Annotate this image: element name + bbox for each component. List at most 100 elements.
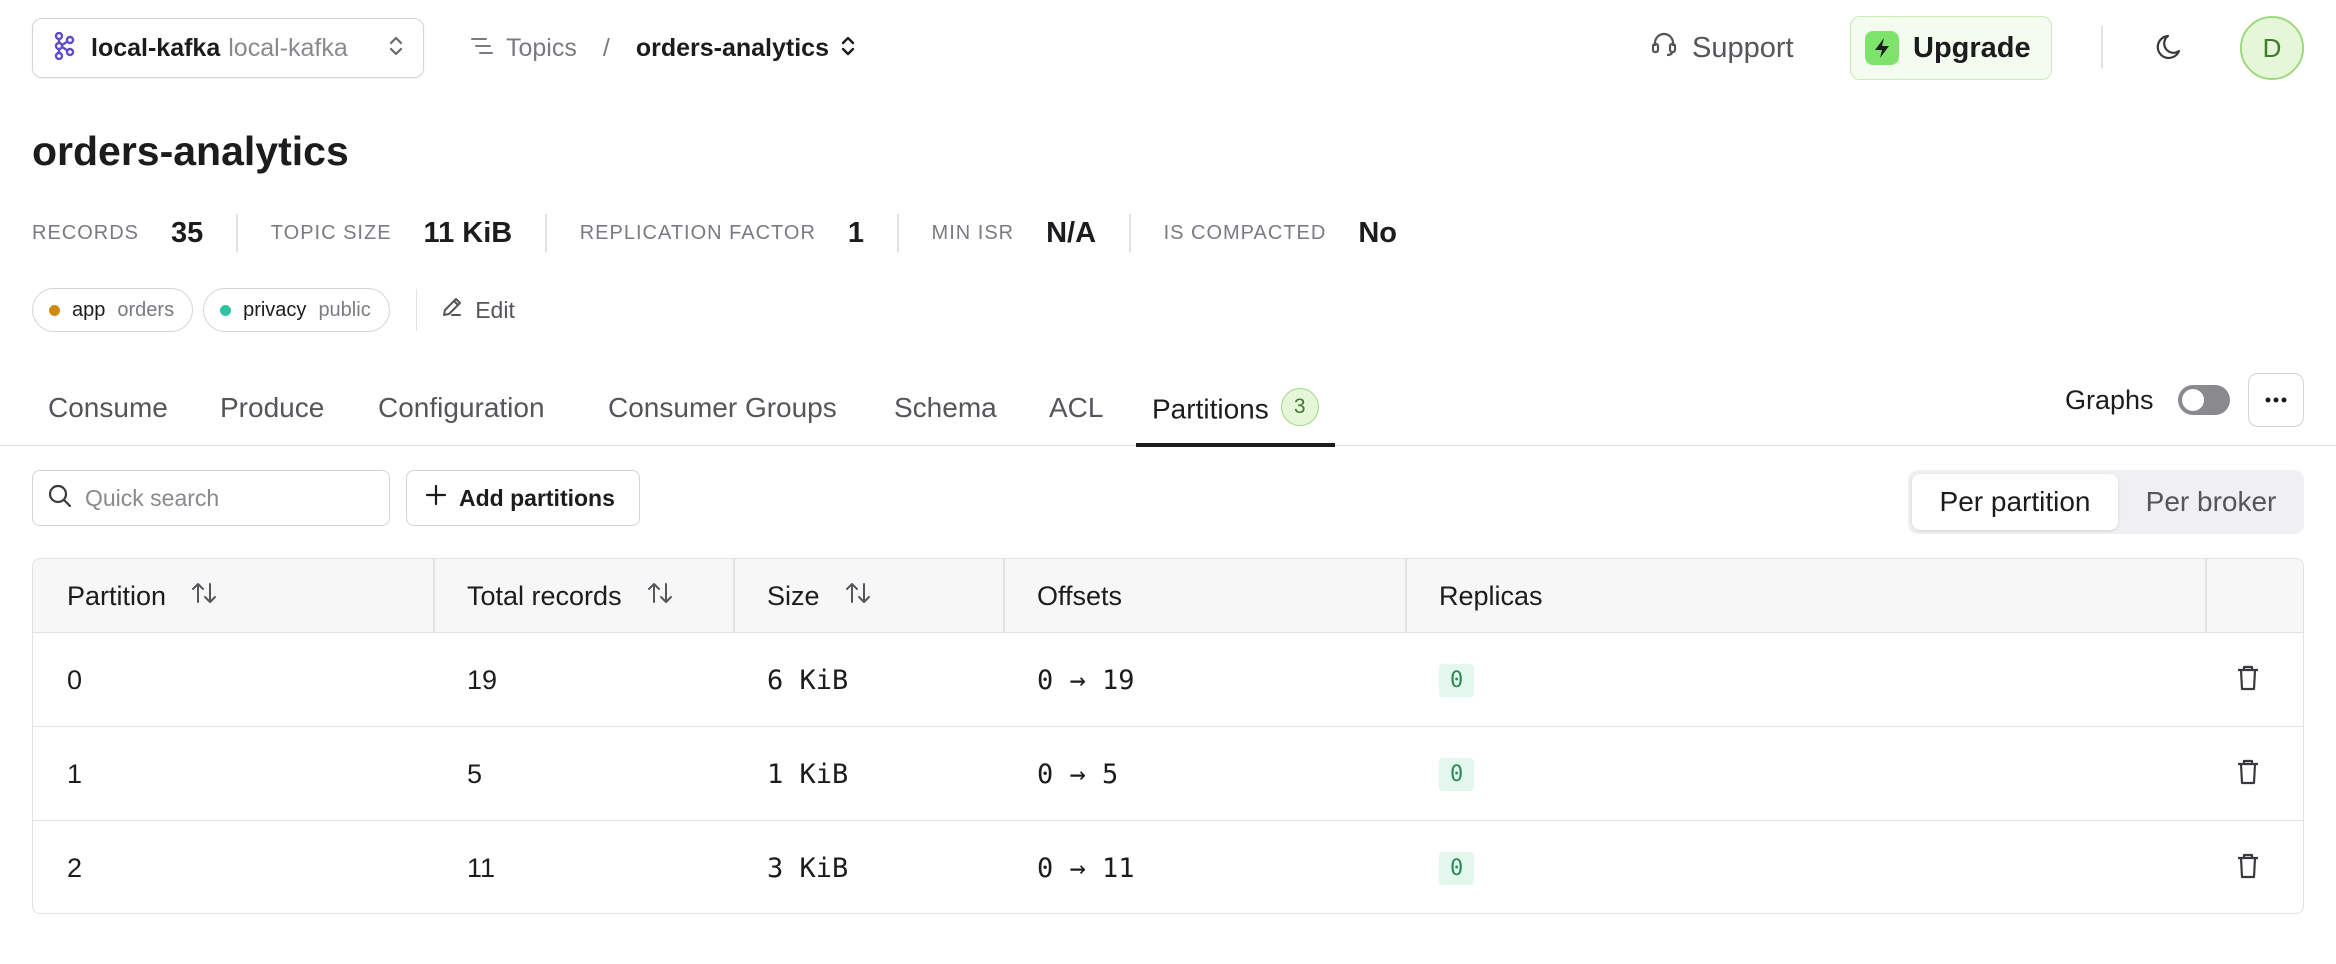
tab-label: Consumer Groups (608, 392, 837, 423)
sort-icon[interactable] (646, 580, 674, 613)
sort-icon[interactable] (844, 580, 872, 613)
upgrade-label: Upgrade (1913, 31, 2031, 64)
toggle-knob (2181, 389, 2204, 411)
cell-size: 3 KiB (767, 852, 849, 884)
table-row[interactable]: 0 19 6 KiB 0 → 19 0 (33, 633, 2303, 727)
topic-stats: RECORDS 35 TOPIC SIZE 11 KiB REPLICATION… (32, 210, 1397, 256)
view-per-broker[interactable]: Per broker (2122, 474, 2300, 530)
delete-partition-button[interactable] (2235, 821, 2261, 913)
breadcrumb-current-topic[interactable]: orders-analytics (636, 34, 829, 63)
stat-value: 11 KiB (423, 216, 513, 249)
more-options-button[interactable] (2248, 373, 2304, 427)
cell-size: 6 KiB (767, 664, 849, 696)
active-tab-indicator (1136, 443, 1335, 447)
stat-label: RECORDS (32, 221, 140, 244)
moon-icon[interactable] (2154, 30, 2188, 69)
tab-bar: Consume Produce Configuration Consumer G… (0, 372, 2336, 447)
delete-partition-button[interactable] (2235, 633, 2261, 727)
tab-label: ACL (1049, 392, 1104, 423)
stat-value: No (1358, 216, 1397, 249)
support-link[interactable]: Support (1650, 28, 1794, 68)
headset-icon (1650, 30, 1678, 66)
column-header-total-records[interactable]: Total records (467, 559, 674, 633)
column-header-offsets: Offsets (1037, 559, 1122, 633)
cell-partition: 0 (67, 664, 83, 695)
header-divider (2101, 26, 2103, 68)
tag-app[interactable]: app orders (32, 288, 194, 332)
delete-partition-button[interactable] (2235, 727, 2261, 821)
cell-offsets: 0 → 11 (1037, 852, 1135, 884)
stat-value: 35 (171, 216, 204, 249)
cluster-name: local-kafka (91, 33, 221, 62)
cell-total-records: 5 (467, 758, 483, 789)
cell-partition: 1 (67, 758, 83, 789)
edit-label: Edit (475, 296, 515, 323)
stat-divider (236, 214, 238, 252)
column-label: Size (767, 580, 820, 611)
view-per-partition[interactable]: Per partition (1912, 474, 2118, 530)
tab-partitions[interactable]: Partitions 3 (1136, 388, 1335, 447)
plus-icon (425, 484, 447, 512)
search-input[interactable] (85, 484, 375, 512)
graphs-toggle-group: Graphs (2065, 380, 2230, 420)
edit-tags-button[interactable]: Edit (441, 296, 515, 324)
stat-divider (545, 214, 547, 252)
column-label: Partition (67, 580, 167, 611)
column-divider (1003, 559, 1005, 633)
graphs-toggle[interactable] (2177, 385, 2230, 415)
search-icon (47, 483, 73, 514)
tag-key: app (72, 298, 106, 321)
tag-privacy[interactable]: privacy public (203, 288, 390, 332)
list-icon (470, 36, 494, 61)
chevron-updown-icon[interactable] (841, 34, 855, 63)
stat-value: N/A (1046, 216, 1097, 249)
tag-dot (49, 304, 60, 316)
stat-is-compacted: IS COMPACTED No (1164, 210, 1397, 256)
column-header-size[interactable]: Size (767, 559, 872, 633)
stat-replication-factor: REPLICATION FACTOR 1 (580, 210, 864, 256)
tab-label: Schema (894, 392, 997, 423)
replica-badge: 0 (1439, 851, 1475, 885)
stat-label: TOPIC SIZE (270, 221, 392, 244)
stat-records: RECORDS 35 (32, 210, 203, 256)
replica-badge: 0 (1439, 663, 1475, 697)
replica-badge: 0 (1439, 757, 1475, 791)
graphs-label: Graphs (2065, 384, 2154, 415)
column-divider (1405, 559, 1407, 633)
table-row[interactable]: 2 11 3 KiB 0 → 11 0 (33, 821, 2303, 913)
tab-configuration[interactable]: Configuration (378, 392, 545, 446)
stat-topic-size: TOPIC SIZE 11 KiB (271, 210, 512, 256)
trash-icon (2235, 758, 2261, 791)
add-partitions-button[interactable]: Add partitions (406, 470, 640, 526)
chevron-updown-icon (389, 34, 403, 63)
cell-replicas: 0 (1439, 633, 1475, 727)
tab-label: Produce (220, 392, 325, 423)
table-row[interactable]: 1 5 1 KiB 0 → 5 0 (33, 727, 2303, 821)
bolt-icon (1865, 31, 1899, 65)
stat-min-isr: MIN ISR N/A (932, 210, 1097, 256)
column-header-partition[interactable]: Partition (67, 559, 218, 633)
column-header-replicas: Replicas (1439, 559, 1543, 633)
breadcrumb-topics-link[interactable]: Topics (506, 34, 577, 63)
tab-schema[interactable]: Schema (894, 392, 997, 446)
tab-produce[interactable]: Produce (220, 392, 324, 446)
pencil-icon (441, 296, 463, 324)
cell-offsets: 0 → 5 (1037, 758, 1119, 790)
add-partitions-label: Add partitions (459, 484, 615, 511)
column-label: Replicas (1439, 580, 1543, 611)
tab-consumer-groups[interactable]: Consumer Groups (608, 392, 837, 446)
upgrade-button[interactable]: Upgrade (1850, 16, 2052, 80)
tab-consume[interactable]: Consume (48, 392, 168, 446)
cluster-selector[interactable]: local-kafka local-kafka (32, 18, 424, 78)
avatar[interactable]: D (2240, 16, 2304, 80)
column-label: Offsets (1037, 580, 1123, 611)
top-bar: local-kafka local-kafka Topics / orders-… (0, 0, 2336, 96)
search-box[interactable] (32, 470, 390, 526)
tab-acl[interactable]: ACL (1049, 392, 1103, 446)
breadcrumb: Topics / orders-analytics (470, 28, 855, 68)
cell-replicas: 0 (1439, 821, 1475, 913)
cluster-subname: local-kafka (228, 33, 348, 62)
cell-size: 1 KiB (767, 758, 849, 790)
stat-label: REPLICATION FACTOR (579, 221, 816, 244)
sort-icon[interactable] (190, 580, 218, 613)
